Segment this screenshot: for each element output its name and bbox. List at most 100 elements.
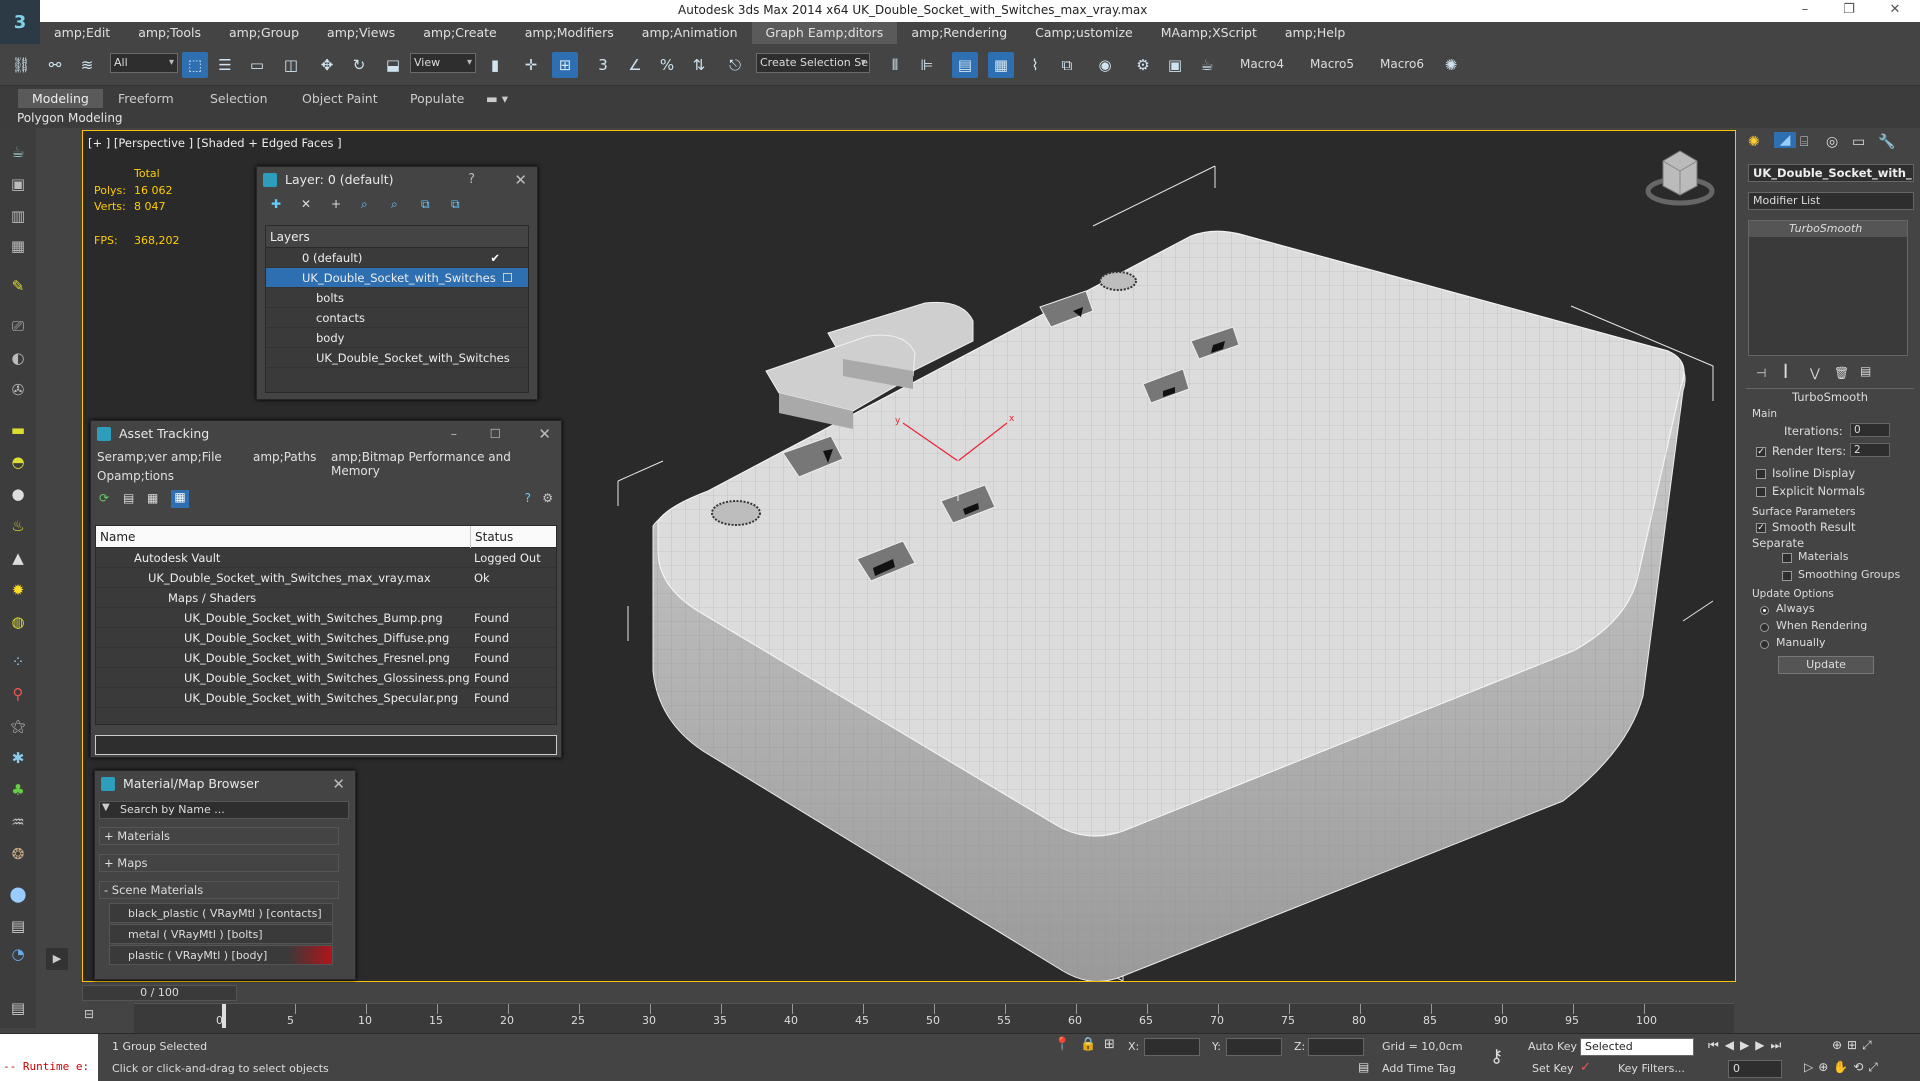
add-time-tag-button[interactable]: Add Time Tag (1382, 1062, 1456, 1075)
spinner-snap-icon[interactable]: ⇅ (686, 52, 712, 78)
macro6-button[interactable]: Macro6 (1380, 57, 1424, 71)
remove-modifier-icon[interactable]: 🗑 (1834, 366, 1849, 380)
close-button[interactable]: ✕ (538, 421, 551, 447)
grid-view-icon[interactable]: ▦ (171, 490, 189, 508)
select-object-icon[interactable]: ⬚ (182, 52, 208, 78)
menu-customize[interactable]: Camp;ustomize (1021, 22, 1147, 44)
hair-icon[interactable]: ♒ (6, 810, 30, 834)
edit-named-selection-icon[interactable]: ⎋ (722, 52, 748, 78)
unlink-icon[interactable]: ⚯ (42, 52, 68, 78)
menu-edit[interactable]: amp;Edit (40, 22, 124, 44)
freeze-all-icon[interactable]: ⧉ (451, 197, 460, 212)
render-iters-spinner[interactable]: 2 (1850, 443, 1890, 457)
create-tab-icon[interactable]: ✺ (1748, 134, 1760, 150)
fur-icon[interactable]: ❂ (6, 842, 30, 866)
macro4-button[interactable]: Macro4 (1240, 57, 1284, 71)
group-materials[interactable]: + Materials (99, 827, 339, 845)
search-input[interactable]: Search by Name ... (120, 803, 225, 816)
delete-layer-icon[interactable]: ✕ (301, 197, 311, 211)
rectangular-selection-icon[interactable]: ▭ (244, 52, 270, 78)
minimize-button[interactable]: – (451, 421, 457, 447)
col-status-header[interactable]: Status (470, 526, 513, 548)
close-button[interactable]: ✕ (514, 167, 527, 193)
ribbon-options-icon[interactable]: ▬ ▾ (480, 89, 514, 108)
plant-icon[interactable]: ♣ (6, 778, 30, 802)
asset-path-field[interactable] (95, 735, 557, 755)
smoothing-groups-checkbox[interactable] (1782, 571, 1792, 581)
window-crossing-icon[interactable]: ◫ (278, 52, 304, 78)
asset-row[interactable]: Maps / Shaders (96, 588, 556, 608)
add-to-layer-icon[interactable]: + (331, 197, 341, 211)
iterations-spinner[interactable]: 0 (1850, 423, 1890, 437)
angle-snap-icon[interactable]: ∠ (622, 52, 648, 78)
layer-dialog-titlebar[interactable]: Layer: 0 (default) ? ✕ (257, 167, 537, 193)
absolute-mode-icon[interactable]: ⊞ (1104, 1037, 1115, 1052)
pivot-center-icon[interactable]: ▮ (482, 52, 508, 78)
menu-bitmap-performance[interactable]: amp;Bitmap Performance and Memory (331, 450, 561, 478)
schematic-view-icon[interactable]: ⧉ (1054, 52, 1080, 78)
pin-stack-icon[interactable]: ⊣ (1756, 366, 1766, 380)
notebook-icon[interactable]: ▥ (6, 204, 30, 228)
group-maps[interactable]: + Maps (99, 854, 339, 872)
layer-row-socket-object[interactable]: UK_Double_Socket_with_Switches (266, 348, 528, 368)
options-icon[interactable]: ⚙ (542, 491, 553, 505)
curve-editor-icon[interactable]: ⌇ (1022, 52, 1048, 78)
minimize-button[interactable]: – (1790, 2, 1820, 17)
asset-row[interactable]: UK_Double_Socket_with_Switches_Diffuse.p… (96, 628, 556, 648)
motion-tab-icon[interactable]: ◎ (1826, 134, 1838, 150)
select-by-name-icon[interactable]: ☰ (212, 52, 238, 78)
select-objects-icon[interactable]: ⌕ (361, 197, 368, 212)
layer-row-socket[interactable]: UK_Double_Socket_with_Switches (266, 268, 528, 288)
ball-icon[interactable]: ◍ (6, 610, 30, 634)
globe-icon[interactable]: ✱ (6, 746, 30, 770)
tab-populate[interactable]: Populate (396, 89, 478, 108)
display-tab-icon[interactable]: ▭ (1852, 134, 1865, 150)
stack-item-turbosmooth[interactable]: TurboSmooth (1749, 221, 1907, 237)
menu-group[interactable]: amp;Group (215, 22, 313, 44)
current-frame-field[interactable]: 0 (1728, 1060, 1782, 1078)
make-unique-icon[interactable]: ⋁ (1810, 366, 1820, 380)
turbosmooth-rollout-header[interactable]: TurboSmooth (1746, 388, 1914, 404)
material-browser-titlebar[interactable]: Material/Map Browser ✕ (95, 771, 355, 797)
layer-row-default[interactable]: 0 (default) ✔ (266, 248, 528, 268)
update-button[interactable]: Update (1778, 656, 1874, 674)
dome-icon[interactable]: ◓ (6, 450, 30, 474)
asset-row[interactable]: UK_Double_Socket_with_Switches_Glossines… (96, 668, 556, 688)
menu-tools[interactable]: amp;Tools (124, 22, 215, 44)
refresh-icon[interactable]: ⟳ (99, 491, 109, 505)
select-manipulate-icon[interactable]: ✛ (518, 52, 544, 78)
help-button[interactable]: ? (468, 167, 475, 193)
timeline-playhead[interactable] (222, 1004, 226, 1028)
maximize-button[interactable]: ☐ (490, 421, 501, 447)
table-view-icon[interactable]: ▦ (147, 491, 158, 505)
create-layer-icon[interactable]: ✚ (271, 197, 281, 211)
close-button[interactable]: ✕ (332, 771, 345, 797)
smooth-result-checkbox[interactable]: ✓ (1756, 523, 1766, 533)
menu-views[interactable]: amp;Views (313, 22, 409, 44)
macro5-button[interactable]: Macro5 (1310, 57, 1354, 71)
menu-graph-editors[interactable]: Graph Eamp;ditors (751, 22, 898, 44)
blue-sphere-icon[interactable]: ⬤ (6, 882, 30, 906)
auto-key-button[interactable]: Auto Key (1528, 1040, 1577, 1053)
layer-row-body[interactable]: body (266, 328, 528, 348)
save-icon[interactable]: ▤ (6, 914, 30, 938)
snap-toggle-icon[interactable]: 3 (590, 52, 616, 78)
folder-icon[interactable]: ▬ (6, 418, 30, 442)
set-key-icon[interactable]: ✓ (1580, 1060, 1591, 1075)
time-slider[interactable]: 0 / 100 (82, 985, 237, 1001)
sphere-tool-icon[interactable]: ◐ (6, 346, 30, 370)
menu-paths[interactable]: amp;Paths (253, 450, 316, 464)
tab-modeling[interactable]: Modeling (18, 89, 103, 108)
playback-controls[interactable]: ⏮◀▶▶⏭ (1708, 1038, 1787, 1053)
asset-row[interactable]: UK_Double_Socket_with_Switches_Specular.… (96, 688, 556, 708)
tab-object-paint[interactable]: Object Paint (288, 89, 392, 108)
menu-options[interactable]: Opamp;tions (97, 469, 174, 483)
compass-icon[interactable]: ⚝ (6, 714, 30, 738)
manually-radio[interactable] (1760, 640, 1769, 649)
material-item-metal[interactable]: metal ( VRayMtl ) [bolts] (109, 924, 333, 944)
grid-icon[interactable]: ▦ (6, 234, 30, 258)
render-production-icon[interactable]: ☕ (1194, 52, 1220, 78)
material-item-black-plastic[interactable]: black_plastic ( VRayMtl ) [contacts] (109, 903, 333, 923)
menu-help[interactable]: amp;Help (1271, 22, 1359, 44)
always-radio[interactable] (1760, 606, 1769, 615)
